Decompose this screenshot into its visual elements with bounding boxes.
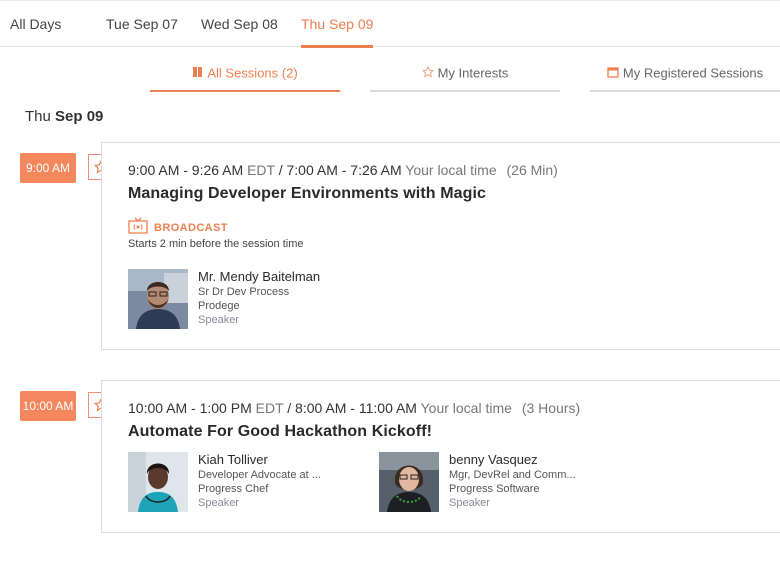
day-tabs: All Days Tue Sep 07 Wed Sep 08 Thu Sep 0…	[0, 0, 780, 48]
speaker-title: Mgr, DevRel and Comm...	[449, 469, 576, 481]
session-duration: (26 Min)	[506, 162, 558, 178]
session-time-badge: 9:00 AM	[20, 153, 76, 183]
speaker-card[interactable]: benny Vasquez Mgr, DevRel and Comm... Pr…	[379, 452, 619, 514]
speaker-company: Progress Chef	[198, 483, 269, 495]
tab-thu-sep-09[interactable]: Thu Sep 09	[301, 1, 374, 48]
session-duration: (3 Hours)	[521, 400, 581, 416]
session-title[interactable]: Managing Developer Environments with Mag…	[128, 185, 486, 203]
session-time-line: 10:00 AM - 1:00 PM EDT / 8:00 AM - 11:00…	[128, 400, 580, 416]
session-time-range: 10:00 AM - 1:00 PM	[128, 400, 252, 416]
session-card[interactable]: 10:00 AM - 1:00 PM EDT / 8:00 AM - 11:00…	[101, 380, 780, 533]
book-icon	[192, 59, 203, 89]
speaker-photo	[128, 452, 188, 512]
session-separator: /	[278, 162, 283, 178]
broadcast-label: BROADCAST	[154, 222, 228, 234]
speaker-role: Speaker	[198, 497, 239, 509]
broadcast-note: Starts 2 min before the session time	[128, 238, 304, 250]
session-local-range: 7:00 AM - 7:26 AM	[286, 162, 402, 178]
speaker-name: Kiah Tolliver	[198, 452, 268, 467]
speaker-title: Sr Dr Dev Process	[198, 286, 290, 298]
tab-my-registered-sessions-label: My Registered Sessions	[622, 65, 764, 81]
broadcast-tv-icon	[128, 217, 148, 239]
tab-my-interests[interactable]: My Interests	[370, 58, 560, 92]
speaker-photo	[379, 452, 439, 512]
broadcast-indicator: BROADCAST	[128, 217, 228, 239]
date-heading-prefix: Thu	[25, 108, 51, 125]
tab-my-registered-sessions[interactable]: My Registered Sessions	[590, 58, 780, 92]
speaker-name: benny Vasquez	[449, 452, 538, 467]
session-time-range: 9:00 AM - 9:26 AM	[128, 162, 244, 178]
session-local-range: 8:00 AM - 11:00 AM	[295, 400, 417, 416]
date-heading: Thu Sep 09	[25, 108, 103, 125]
speaker-card[interactable]: Kiah Tolliver Developer Advocate at ... …	[128, 452, 368, 514]
tab-my-interests-label: My Interests	[437, 65, 509, 81]
tab-all-sessions[interactable]: All Sessions (2)	[150, 58, 340, 92]
session-local-label: Your local time	[420, 400, 512, 416]
session-time-line: 9:00 AM - 9:26 AM EDT / 7:00 AM - 7:26 A…	[128, 162, 558, 178]
tab-wed-sep-08[interactable]: Wed Sep 08	[201, 1, 278, 47]
date-heading-day: Sep 09	[55, 108, 104, 125]
calendar-icon	[607, 59, 619, 89]
session-card[interactable]: 9:00 AM - 9:26 AM EDT / 7:00 AM - 7:26 A…	[101, 142, 780, 350]
session-title[interactable]: Automate For Good Hackathon Kickoff!	[128, 423, 432, 441]
speaker-title: Developer Advocate at ...	[198, 469, 321, 481]
view-tabs: All Sessions (2) My Interests My Registe…	[0, 58, 780, 94]
tab-all-days[interactable]: All Days	[10, 1, 61, 47]
session-local-label: Your local time	[405, 162, 497, 178]
tab-tue-sep-07[interactable]: Tue Sep 07	[106, 1, 178, 47]
session-timezone: EDT	[255, 400, 284, 416]
speaker-name: Mr. Mendy Baitelman	[198, 269, 321, 284]
speaker-company: Progress Software	[449, 483, 540, 495]
star-icon	[421, 59, 434, 89]
speaker-role: Speaker	[449, 497, 490, 509]
session-timezone: EDT	[247, 162, 275, 178]
session-time-badge: 10:00 AM	[20, 391, 76, 421]
speaker-company: Prodege	[198, 300, 240, 312]
speaker-card[interactable]: Mr. Mendy Baitelman Sr Dr Dev Process Pr…	[128, 269, 368, 331]
speaker-photo	[128, 269, 188, 329]
session-separator: /	[287, 400, 292, 416]
tab-all-sessions-label: All Sessions (2)	[207, 65, 298, 81]
speaker-role: Speaker	[198, 314, 239, 326]
